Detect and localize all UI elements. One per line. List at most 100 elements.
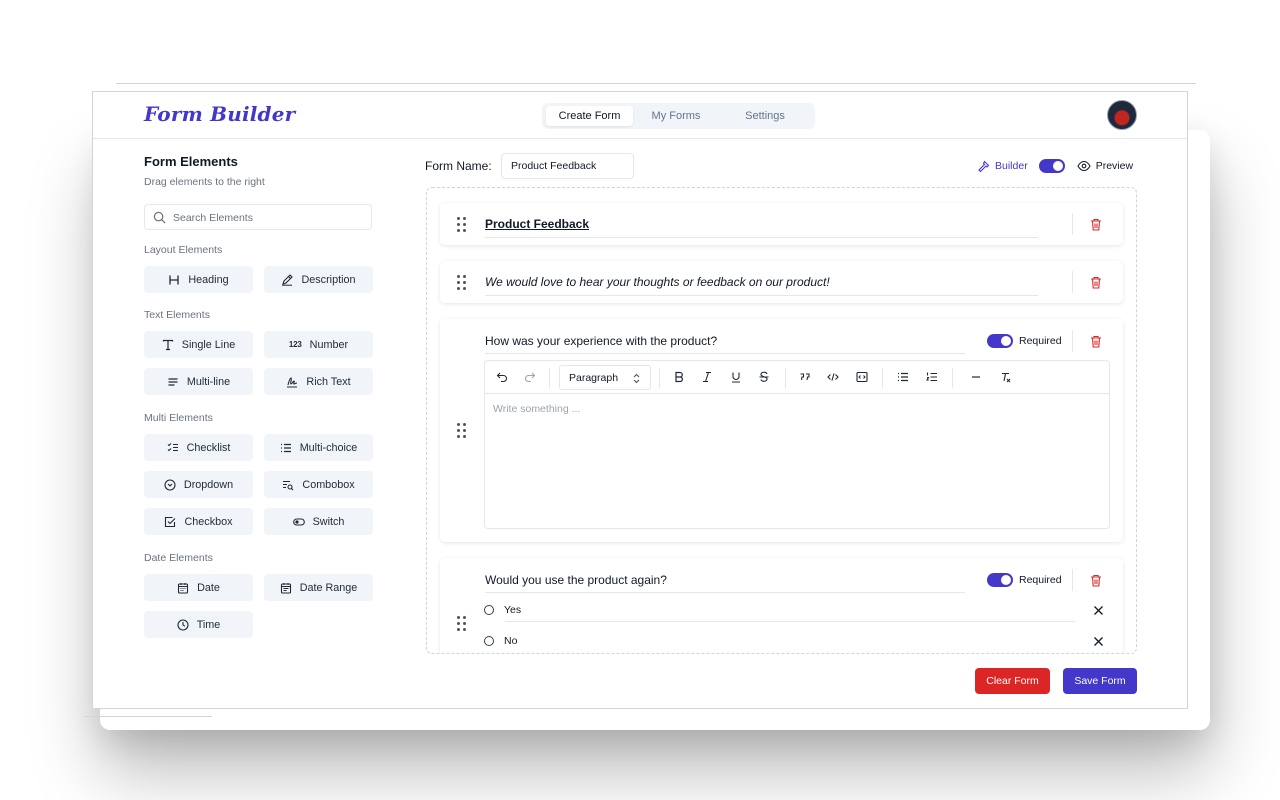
nav-tabs: Create Form My Forms Settings (542, 103, 815, 129)
sidebar: Form Elements Drag elements to the right… (144, 154, 374, 638)
tab-settings[interactable]: Settings (719, 106, 811, 126)
element-number[interactable]: 123 Number (264, 331, 373, 358)
code-icon[interactable] (826, 370, 840, 384)
radio-button[interactable] (484, 636, 494, 646)
trash-icon[interactable] (1090, 276, 1102, 289)
element-single-line[interactable]: Single Line (144, 331, 253, 358)
search-box (144, 204, 372, 230)
drag-handle-icon[interactable] (457, 217, 466, 232)
tab-my-forms[interactable]: My Forms (635, 106, 717, 126)
lines-icon (168, 377, 178, 386)
heading-text[interactable]: Product Feedback (485, 217, 589, 231)
required-toggle[interactable] (987, 573, 1013, 587)
element-date-range[interactable]: Date Range (264, 574, 373, 601)
option-row: No (484, 635, 517, 647)
element-heading[interactable]: Heading (144, 266, 253, 293)
element-label: Single Line (181, 338, 236, 351)
separator (1072, 330, 1073, 352)
pencil-icon (282, 273, 294, 286)
description-text[interactable]: We would love to hear your thoughts or f… (485, 275, 830, 289)
trash-icon[interactable] (1090, 574, 1102, 587)
editor-placeholder[interactable]: Write something ... (493, 403, 580, 415)
element-switch[interactable]: Switch (264, 508, 373, 535)
element-label: Checkbox (184, 515, 233, 528)
clock-icon (177, 618, 189, 631)
trash-icon[interactable] (1090, 335, 1102, 348)
italic-icon[interactable] (700, 370, 714, 384)
clear-format-icon[interactable] (999, 370, 1013, 384)
preview-label: Preview (1095, 160, 1134, 172)
save-form-button[interactable]: Save Form (1063, 668, 1137, 694)
toolbar-separator (952, 368, 953, 388)
preview-mode[interactable]: Preview (1077, 160, 1133, 172)
question-text[interactable]: Would you use the product again? (485, 573, 667, 587)
description-underline (485, 295, 1038, 296)
heading-card: Product Feedback (440, 203, 1123, 245)
required-toggle[interactable] (987, 334, 1013, 348)
question-card-rich-text: How was your experience with the product… (440, 319, 1123, 542)
drag-handle-icon[interactable] (457, 275, 466, 290)
required-control: Required (987, 573, 1062, 587)
radio-button[interactable] (484, 605, 494, 615)
redo-icon[interactable] (523, 370, 537, 384)
paragraph-select[interactable]: Paragraph (559, 365, 651, 390)
element-description[interactable]: Description (264, 266, 373, 293)
heading-underline (485, 237, 1038, 238)
tab-create-form[interactable]: Create Form (546, 106, 633, 126)
toolbar-separator (659, 368, 660, 388)
rich-text-editor: Paragraph Write something ... (484, 360, 1110, 529)
trash-icon[interactable] (1090, 218, 1102, 231)
close-icon[interactable] (1093, 605, 1104, 616)
element-combobox[interactable]: Combobox (264, 471, 373, 498)
mode-toggle[interactable] (1038, 159, 1065, 173)
search-input[interactable] (173, 209, 363, 226)
question-text[interactable]: How was your experience with the product… (485, 334, 717, 348)
group-label-multi: Multi Elements (144, 412, 213, 424)
element-time[interactable]: Time (144, 611, 253, 638)
element-multi-line[interactable]: Multi-line (144, 368, 253, 395)
option-row: Yes (484, 604, 521, 616)
bullet-list-icon[interactable] (896, 370, 910, 384)
heading-icon (169, 275, 180, 284)
strikethrough-icon[interactable] (757, 370, 771, 384)
element-rich-text[interactable]: Rich Text (264, 368, 373, 395)
horizontal-rule-icon[interactable] (969, 370, 983, 384)
avatar[interactable] (1107, 100, 1137, 130)
underline-icon[interactable] (729, 370, 743, 384)
code-block-icon[interactable] (855, 370, 869, 384)
toolbar-separator (882, 368, 883, 388)
signature-icon (287, 376, 298, 388)
option-label[interactable]: Yes (504, 604, 521, 616)
clear-form-button[interactable]: Clear Form (975, 668, 1050, 694)
element-label: Date Range (299, 581, 358, 594)
element-multi-choice[interactable]: Multi-choice (264, 434, 373, 461)
app-logo: Form Builder (144, 102, 296, 126)
close-icon[interactable] (1093, 636, 1104, 647)
element-dropdown[interactable]: Dropdown (144, 471, 253, 498)
toggle-icon (292, 517, 305, 526)
calendar-icon (178, 582, 189, 594)
list-icon (280, 443, 291, 452)
element-label: Number (309, 338, 349, 351)
bold-icon[interactable] (672, 370, 686, 384)
element-label: Combobox (302, 478, 355, 491)
option-label[interactable]: No (504, 635, 517, 647)
drag-handle-icon[interactable] (457, 423, 466, 438)
element-label: Time (196, 618, 221, 631)
element-date[interactable]: Date (144, 574, 253, 601)
group-label-layout: Layout Elements (144, 244, 223, 256)
chevron-circle-icon (164, 478, 176, 491)
element-checklist[interactable]: Checklist (144, 434, 253, 461)
undo-icon[interactable] (495, 370, 509, 384)
form-name-label: Form Name: (425, 159, 492, 173)
text-type-icon (162, 339, 173, 350)
form-name-input[interactable] (501, 153, 634, 179)
quote-icon[interactable] (798, 370, 812, 384)
drag-handle-icon[interactable] (457, 616, 466, 631)
ordered-list-icon[interactable] (925, 370, 939, 384)
element-checkbox[interactable]: Checkbox (144, 508, 253, 535)
separator (1072, 569, 1073, 591)
element-label: Rich Text (306, 375, 351, 388)
builder-mode[interactable]: Builder (977, 160, 1028, 173)
eye-icon (1077, 160, 1091, 172)
